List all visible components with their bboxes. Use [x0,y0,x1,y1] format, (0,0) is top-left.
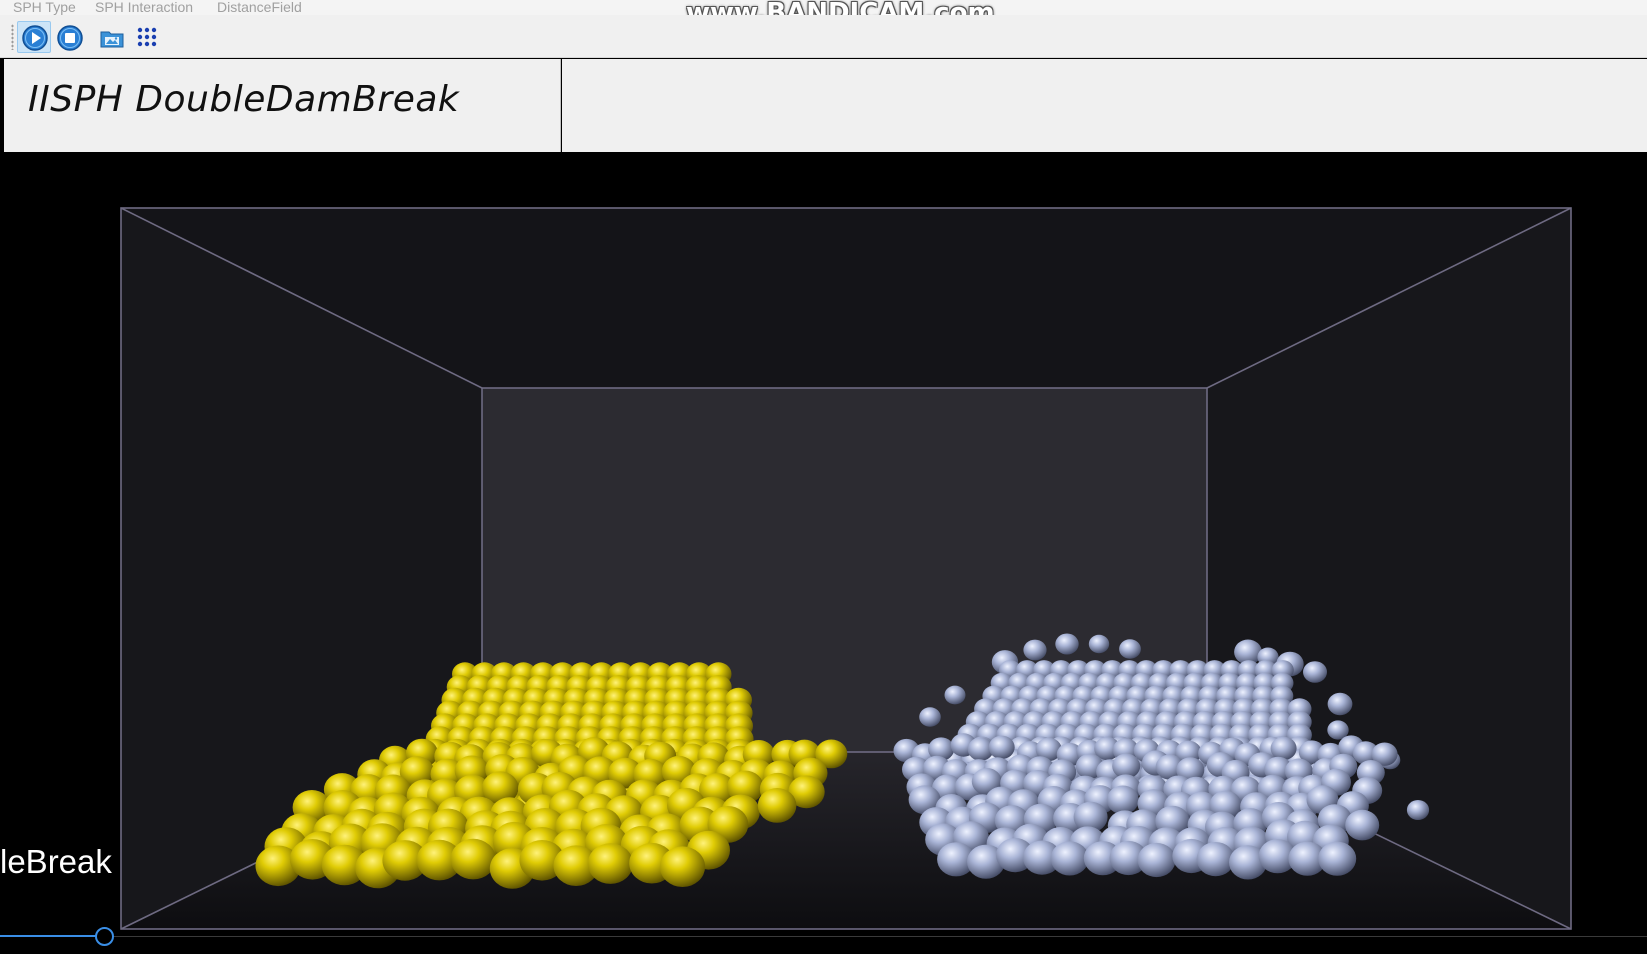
play-icon [22,25,48,51]
particles-button[interactable] [129,21,163,53]
scene-title: IISPH DoubleDamBreak [28,79,460,120]
fluid-particle [1196,842,1235,877]
menu-sph-interaction[interactable]: SPH Interaction [95,0,193,15]
fluid-particle [1023,639,1047,661]
fluid-particle [587,843,634,884]
menu-bar: SPH Type SPH Interaction DistanceField w… [0,0,1647,28]
fluid-particle [1270,736,1297,761]
fluid-particle [1106,785,1139,815]
toolbar [0,15,1647,58]
fluid-particle [1088,634,1110,654]
timeline-progress [0,935,104,937]
info-panel [562,59,1647,152]
fluid-particle [1406,800,1430,820]
fluid-particle [757,788,797,823]
fluid-particle [1137,842,1176,878]
play-button[interactable] [17,21,51,53]
simulation-scene [120,207,1572,930]
timeline-track[interactable] [104,936,1647,937]
fluid-particle [1327,692,1353,716]
fluid-particle [1303,661,1327,683]
grid-dots-icon [137,27,157,47]
open-image-button[interactable] [94,21,128,53]
fluid-particle [1055,633,1079,655]
toolbar-grip[interactable] [11,24,14,50]
fluid-particle [1050,841,1089,876]
fluid-particle [1345,809,1380,841]
fluid-particle [919,707,941,727]
menu-distance-field[interactable]: DistanceField [217,0,302,15]
overlay-caption: leBreak [0,843,112,880]
fluid-particle [1119,639,1141,659]
scene-title-panel: IISPH DoubleDamBreak [4,59,561,152]
image-folder-icon [100,31,124,48]
fluid-particle [1318,841,1357,876]
fluid-particle [450,838,496,880]
fluid-particle [944,685,966,705]
stop-icon [57,25,83,51]
fluid-particle [659,846,706,887]
stop-button[interactable] [52,21,86,53]
menu-sph-type[interactable]: SPH Type [13,0,76,15]
timeline-knob[interactable] [95,927,114,946]
fluid-particle [988,735,1015,759]
simulation-viewport[interactable] [0,152,1647,954]
